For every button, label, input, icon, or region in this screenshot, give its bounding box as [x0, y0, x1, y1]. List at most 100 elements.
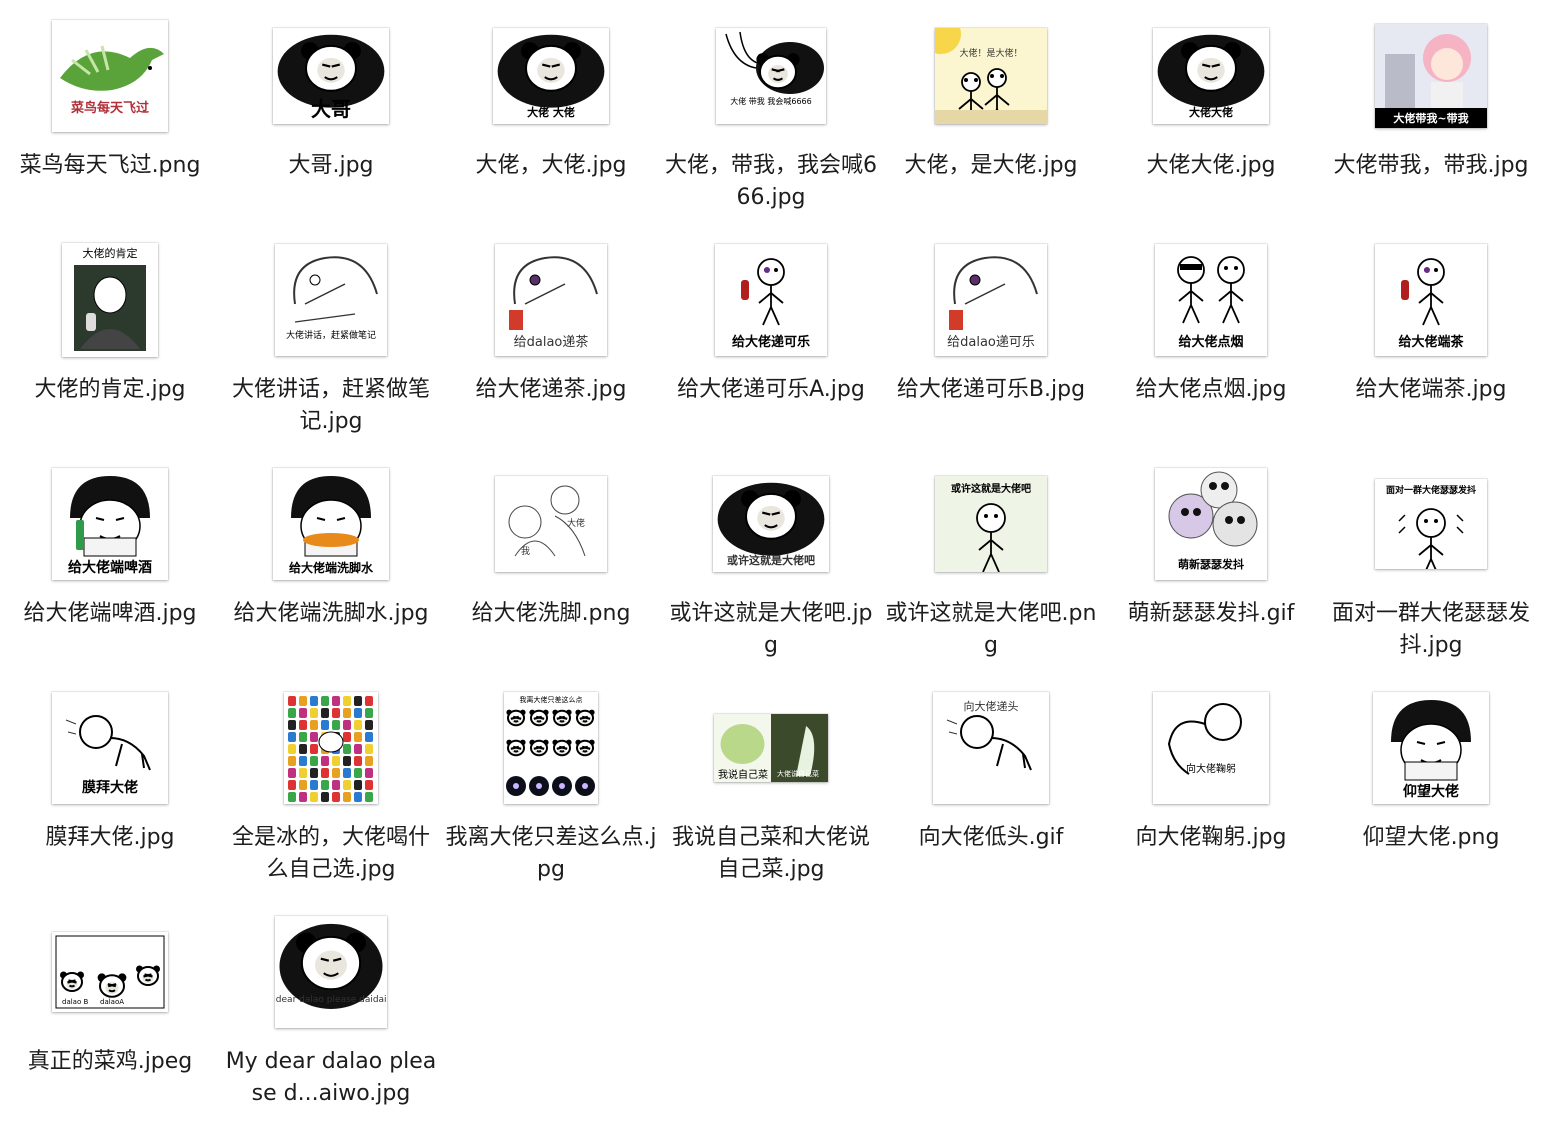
file-name-label[interactable]: 或许这就是大佬吧.png — [885, 598, 1097, 662]
file-item[interactable]: 给dalao递茶 给大佬递茶.jpg — [445, 244, 657, 402]
file-item[interactable]: 大哥 大哥.jpg — [225, 20, 437, 178]
file-name-label[interactable]: 真正的菜鸡.jpeg — [4, 1046, 216, 1078]
file-thumbnail[interactable]: 大哥 — [273, 28, 389, 124]
file-thumbnail[interactable]: 大佬带我~带我 — [1375, 24, 1487, 128]
file-name-label[interactable]: 给大佬递可乐B.jpg — [885, 374, 1097, 406]
file-name-label[interactable]: 向大佬鞠躬.jpg — [1105, 822, 1317, 854]
file-name-label[interactable]: 给大佬端茶.jpg — [1325, 374, 1537, 406]
file-name-label[interactable]: 全是冰的，大佬喝什么自己选.jpg — [225, 822, 437, 886]
file-item[interactable]: 萌新瑟瑟发抖 萌新瑟瑟发抖.gif — [1105, 468, 1317, 626]
thumbnail-image: dalao B dalaoA — [55, 935, 165, 1009]
thumbnail-caption: 向大佬递头 — [964, 699, 1019, 713]
file-thumbnail[interactable]: 大佬讲话，赶紧做笔记 — [275, 244, 387, 356]
file-name-label[interactable]: 大哥.jpg — [225, 150, 437, 182]
file-item[interactable]: 大佬我给大佬洗脚.png — [445, 468, 657, 626]
file-item[interactable]: 膜拜大佬 膜拜大佬.jpg — [4, 692, 216, 850]
thumbnail-image: 大佬我 — [508, 485, 586, 557]
file-thumbnail[interactable]: 我离大佬只差这么点 — [504, 692, 598, 804]
file-thumbnail[interactable]: 萌新瑟瑟发抖 — [1155, 468, 1267, 580]
file-name-label[interactable]: 给大佬递可乐A.jpg — [665, 374, 877, 406]
file-thumbnail[interactable]: 大佬我 — [495, 476, 607, 572]
file-item[interactable]: 向大佬递头 向大佬低头.gif — [885, 692, 1097, 850]
file-item[interactable]: 给大佬点烟 给大佬点烟.jpg — [1105, 244, 1317, 402]
file-item[interactable]: dalao BdalaoA 真正的菜鸡.jpeg — [4, 916, 216, 1074]
file-item[interactable]: 大佬讲话，赶紧做笔记 大佬讲话，赶紧做笔记.jpg — [225, 244, 437, 434]
thumbnail-image: 大佬带我~带我 — [1375, 24, 1487, 128]
file-name-label[interactable]: 大佬，是大佬.jpg — [885, 150, 1097, 182]
file-thumbnail[interactable]: 面对一群大佬瑟瑟发抖 — [1375, 479, 1487, 569]
file-thumbnail[interactable]: 给大佬端洗脚水 — [273, 468, 389, 580]
file-item[interactable]: 给大佬端洗脚水 给大佬端洗脚水.jpg — [225, 468, 437, 626]
file-thumbnail[interactable]: 给大佬递可乐 — [715, 244, 827, 356]
thumbnail-image: 我说自己菜 大佬说自己菜 — [714, 714, 828, 782]
file-name-label[interactable]: 面对一群大佬瑟瑟发抖.jpg — [1325, 598, 1537, 662]
file-thumbnail[interactable]: 给大佬点烟 — [1155, 244, 1267, 356]
file-item[interactable]: 给大佬递可乐 给大佬递可乐A.jpg — [665, 244, 877, 402]
thumbnail-caption: 向大佬鞠躬 — [1186, 762, 1236, 775]
file-thumbnail[interactable] — [284, 692, 378, 804]
file-name-label[interactable]: 仰望大佬.png — [1325, 822, 1537, 854]
file-item[interactable]: 全是冰的，大佬喝什么自己选.jpg — [225, 692, 437, 882]
file-name-label[interactable]: 大佬大佬.jpg — [1105, 150, 1317, 182]
file-item[interactable]: 我离大佬只差这么点 我离大佬只差这么点.jpg — [445, 692, 657, 882]
thumbnail-image — [288, 696, 373, 802]
file-thumbnail[interactable]: 我说自己菜 大佬说自己菜 — [714, 714, 828, 782]
file-item[interactable]: 大佬大佬 大佬大佬.jpg — [1105, 20, 1317, 178]
file-item[interactable]: 给大佬端茶 给大佬端茶.jpg — [1325, 244, 1537, 402]
file-name-label[interactable]: 菜鸟每天飞过.png — [4, 150, 216, 182]
file-name-label[interactable]: 大佬带我，带我.jpg — [1325, 150, 1537, 182]
file-name-label[interactable]: 我离大佬只差这么点.jpg — [445, 822, 657, 886]
file-name-label[interactable]: 大佬的肯定.jpg — [4, 374, 216, 406]
file-thumbnail[interactable]: 向大佬递头 — [933, 692, 1049, 804]
file-name-label[interactable]: 膜拜大佬.jpg — [4, 822, 216, 854]
file-name-label[interactable]: 给大佬洗脚.png — [445, 598, 657, 630]
file-name-label[interactable]: 向大佬低头.gif — [885, 822, 1097, 854]
thumbnail-caption: 给dalao递茶 — [514, 334, 589, 350]
file-name-label[interactable]: 给大佬递茶.jpg — [445, 374, 657, 406]
thumbnail-caption: 给大佬端啤酒 — [68, 559, 152, 576]
file-item[interactable]: 或许这就是大佬吧 或许这就是大佬吧.png — [885, 468, 1097, 658]
file-name-label[interactable]: 给大佬端洗脚水.jpg — [225, 598, 437, 630]
file-item[interactable]: 大佬的肯定 大佬的肯定.jpg — [4, 243, 216, 402]
file-item[interactable]: 或许这就是大佬吧 或许这就是大佬吧.jpg — [665, 468, 877, 658]
file-thumbnail[interactable]: 给dalao递可乐 — [935, 244, 1047, 356]
file-name-label[interactable]: My dear dalao please d...aiwo.jpg — [225, 1046, 437, 1110]
file-thumbnail[interactable]: 大佬 带我 我会喊6666 — [716, 28, 826, 124]
file-thumbnail[interactable]: 大佬 大佬 — [493, 28, 609, 124]
file-item[interactable]: 我说自己菜 大佬说自己菜 我说自己菜和大佬说自己菜.jpg — [665, 692, 877, 882]
file-thumbnail[interactable]: 或许这就是大佬吧 — [935, 476, 1047, 572]
file-thumbnail[interactable]: 膜拜大佬 — [52, 692, 168, 804]
file-thumbnail[interactable]: 向大佬鞠躬 — [1153, 692, 1269, 804]
file-name-label[interactable]: 大佬，带我，我会喊666.jpg — [665, 150, 877, 214]
file-thumbnail[interactable]: 或许这就是大佬吧 — [713, 476, 829, 572]
file-thumbnail[interactable]: 给大佬端茶 — [1375, 244, 1487, 356]
file-item[interactable]: 大佬 带我 我会喊6666 大佬，带我，我会喊666.jpg — [665, 20, 877, 210]
file-name-label[interactable]: 给大佬点烟.jpg — [1105, 374, 1317, 406]
file-name-label[interactable]: 大佬，大佬.jpg — [445, 150, 657, 182]
file-item[interactable]: My dear dalao please daidaiwo.My dear da… — [225, 916, 437, 1106]
file-item[interactable]: 给dalao递可乐 给大佬递可乐B.jpg — [885, 244, 1097, 402]
file-thumbnail[interactable]: My dear dalao please daidaiwo. — [275, 916, 387, 1028]
file-name-label[interactable]: 或许这就是大佬吧.jpg — [665, 598, 877, 662]
file-name-label[interactable]: 给大佬端啤酒.jpg — [4, 598, 216, 630]
file-item[interactable]: 给大佬端啤酒 给大佬端啤酒.jpg — [4, 468, 216, 626]
file-item[interactable]: 大佬 大佬 大佬，大佬.jpg — [445, 20, 657, 178]
file-name-label[interactable]: 我说自己菜和大佬说自己菜.jpg — [665, 822, 877, 886]
file-thumbnail[interactable]: 大佬大佬 — [1153, 28, 1269, 124]
file-thumbnail[interactable]: 仰望大佬 — [1373, 692, 1489, 804]
file-thumbnail[interactable]: 给dalao递茶 — [495, 244, 607, 356]
file-thumbnail[interactable]: 菜鸟每天飞过 — [52, 20, 168, 132]
file-item[interactable]: 大佬带我~带我 大佬带我，带我.jpg — [1325, 20, 1537, 178]
file-item[interactable]: 菜鸟每天飞过 菜鸟每天飞过.png — [4, 20, 216, 178]
file-item[interactable]: 仰望大佬 仰望大佬.png — [1325, 692, 1537, 850]
file-item[interactable]: 向大佬鞠躬 向大佬鞠躬.jpg — [1105, 692, 1317, 850]
file-thumbnail[interactable]: 大佬！是大佬！ — [935, 28, 1047, 124]
file-thumbnail[interactable]: 大佬的肯定 — [62, 243, 158, 357]
file-name-label[interactable]: 大佬讲话，赶紧做笔记.jpg — [225, 374, 437, 438]
file-item[interactable]: 大佬！是大佬！ 大佬，是大佬.jpg — [885, 20, 1097, 178]
file-item[interactable]: 面对一群大佬瑟瑟发抖 面对一群大佬瑟瑟发抖.jpg — [1325, 468, 1537, 658]
file-name-label[interactable]: 萌新瑟瑟发抖.gif — [1105, 598, 1317, 630]
file-thumbnail[interactable]: dalao B dalaoA — [52, 932, 168, 1012]
thumbnail-image: 给dalao递可乐 — [947, 256, 1038, 350]
file-thumbnail[interactable]: 给大佬端啤酒 — [52, 468, 168, 580]
